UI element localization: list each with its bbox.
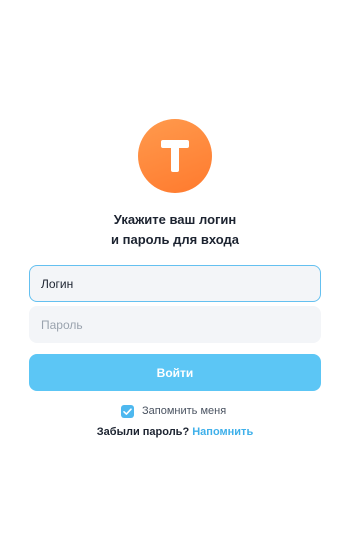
page-title: Укажите ваш логин и пароль для входа xyxy=(0,210,350,250)
letter-t-logo-icon xyxy=(161,140,189,172)
app-logo xyxy=(138,119,212,193)
remember-me-label: Запомнить меня xyxy=(142,405,227,417)
page-title-line-2: и пароль для входа xyxy=(111,232,239,247)
checkmark-icon xyxy=(123,407,132,415)
remind-password-link[interactable]: Напомнить xyxy=(192,426,253,438)
remember-me-checkbox[interactable] xyxy=(121,404,134,418)
forgot-password-text: Забыли пароль? xyxy=(96,426,190,438)
page-title-line-1: Укажите ваш логин xyxy=(113,212,237,227)
login-input[interactable] xyxy=(29,265,321,302)
remember-me-checkbox-row[interactable]: Запомнить меня xyxy=(121,404,226,418)
password-input[interactable] xyxy=(29,306,321,343)
login-button[interactable]: Войти xyxy=(29,354,321,391)
forgot-password-row: Забыли пароль? Напомнить xyxy=(0,426,350,438)
